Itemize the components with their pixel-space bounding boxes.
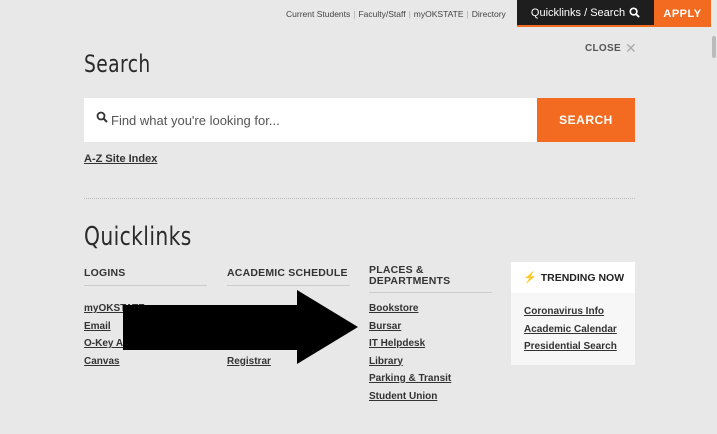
quicklinks-search-label: Quicklinks / Search xyxy=(530,6,626,19)
apply-button[interactable]: APPLY xyxy=(654,0,711,27)
login-link-email[interactable]: Email xyxy=(84,318,207,336)
utility-links: Current Students | Faculty/Staff | myOKSTATE… xyxy=(286,9,506,19)
places-link-bursar[interactable]: Bursar xyxy=(369,318,492,336)
utility-link-myokstate[interactable]: myOKSTATE xyxy=(414,9,464,19)
places-link-parking-transit[interactable]: Parking & Transit xyxy=(369,370,492,388)
login-link-myokstate[interactable]: myOKSTATE xyxy=(84,300,207,318)
academic-schedule-heading: ACADEMIC SCHEDULE xyxy=(227,262,350,286)
places-link-it-helpdesk[interactable]: IT Helpdesk xyxy=(369,335,492,353)
quicklinks-heading: Quicklinks xyxy=(84,222,192,252)
separator: | xyxy=(353,9,356,19)
top-navigation-bar: Current Students | Faculty/Staff | myOKSTATE… xyxy=(0,0,717,28)
search-button[interactable]: SEARCH xyxy=(537,98,635,142)
academic-link-hidden-3[interactable] xyxy=(227,335,350,353)
academic-link-hidden-2[interactable] xyxy=(227,318,350,336)
close-icon: ✕ xyxy=(624,40,637,56)
academic-link-registrar[interactable]: Registrar xyxy=(227,353,350,371)
scrollbar-thumb[interactable] xyxy=(712,36,716,58)
separator: | xyxy=(408,9,411,19)
logins-heading: LOGINS xyxy=(84,262,207,286)
search-heading: Search xyxy=(84,50,151,78)
search-form: SEARCH xyxy=(84,98,635,142)
separator: | xyxy=(466,9,469,19)
az-site-index-link[interactable]: A-Z Site Index xyxy=(84,153,157,165)
trending-now-panel: ⚡ TRENDING NOW Coronavirus Info Academic… xyxy=(511,262,635,365)
places-departments-heading: PLACES & DEPARTMENTS xyxy=(369,262,492,293)
close-button[interactable]: CLOSE ✕ xyxy=(585,40,637,57)
academic-schedule-column: ACADEMIC SCHEDULE Registrar xyxy=(227,262,350,370)
utility-link-current-students[interactable]: Current Students xyxy=(286,9,350,19)
trending-now-header: ⚡ TRENDING NOW xyxy=(511,262,635,293)
places-departments-column: PLACES & DEPARTMENTS Bookstore Bursar IT… xyxy=(369,262,492,405)
academic-link-hidden-1[interactable] xyxy=(227,300,350,318)
search-icon xyxy=(629,7,640,18)
places-link-student-union[interactable]: Student Union xyxy=(369,388,492,406)
page-scrollbar[interactable] xyxy=(711,0,717,434)
trending-link-academic-calendar[interactable]: Academic Calendar xyxy=(524,321,635,339)
utility-link-directory[interactable]: Directory xyxy=(472,9,506,19)
close-label: CLOSE xyxy=(585,43,621,54)
search-icon xyxy=(96,111,108,123)
utility-link-faculty-staff[interactable]: Faculty/Staff xyxy=(358,9,405,19)
login-link-canvas[interactable]: Canvas xyxy=(84,353,207,371)
quicklinks-search-tab[interactable]: Quicklinks / Search xyxy=(517,0,654,27)
search-input[interactable] xyxy=(84,98,537,142)
login-link-okey-account[interactable]: O-Key Account xyxy=(84,335,207,353)
trending-link-presidential-search[interactable]: Presidential Search xyxy=(524,338,635,356)
trending-now-heading: TRENDING NOW xyxy=(540,271,625,284)
logins-column: LOGINS myOKSTATE Email O-Key Account Can… xyxy=(84,262,207,370)
trending-link-coronavirus-info[interactable]: Coronavirus Info xyxy=(524,303,635,321)
lightning-bolt-icon: ⚡ xyxy=(523,272,537,284)
places-link-library[interactable]: Library xyxy=(369,353,492,371)
section-divider xyxy=(84,198,635,199)
places-link-bookstore[interactable]: Bookstore xyxy=(369,300,492,318)
